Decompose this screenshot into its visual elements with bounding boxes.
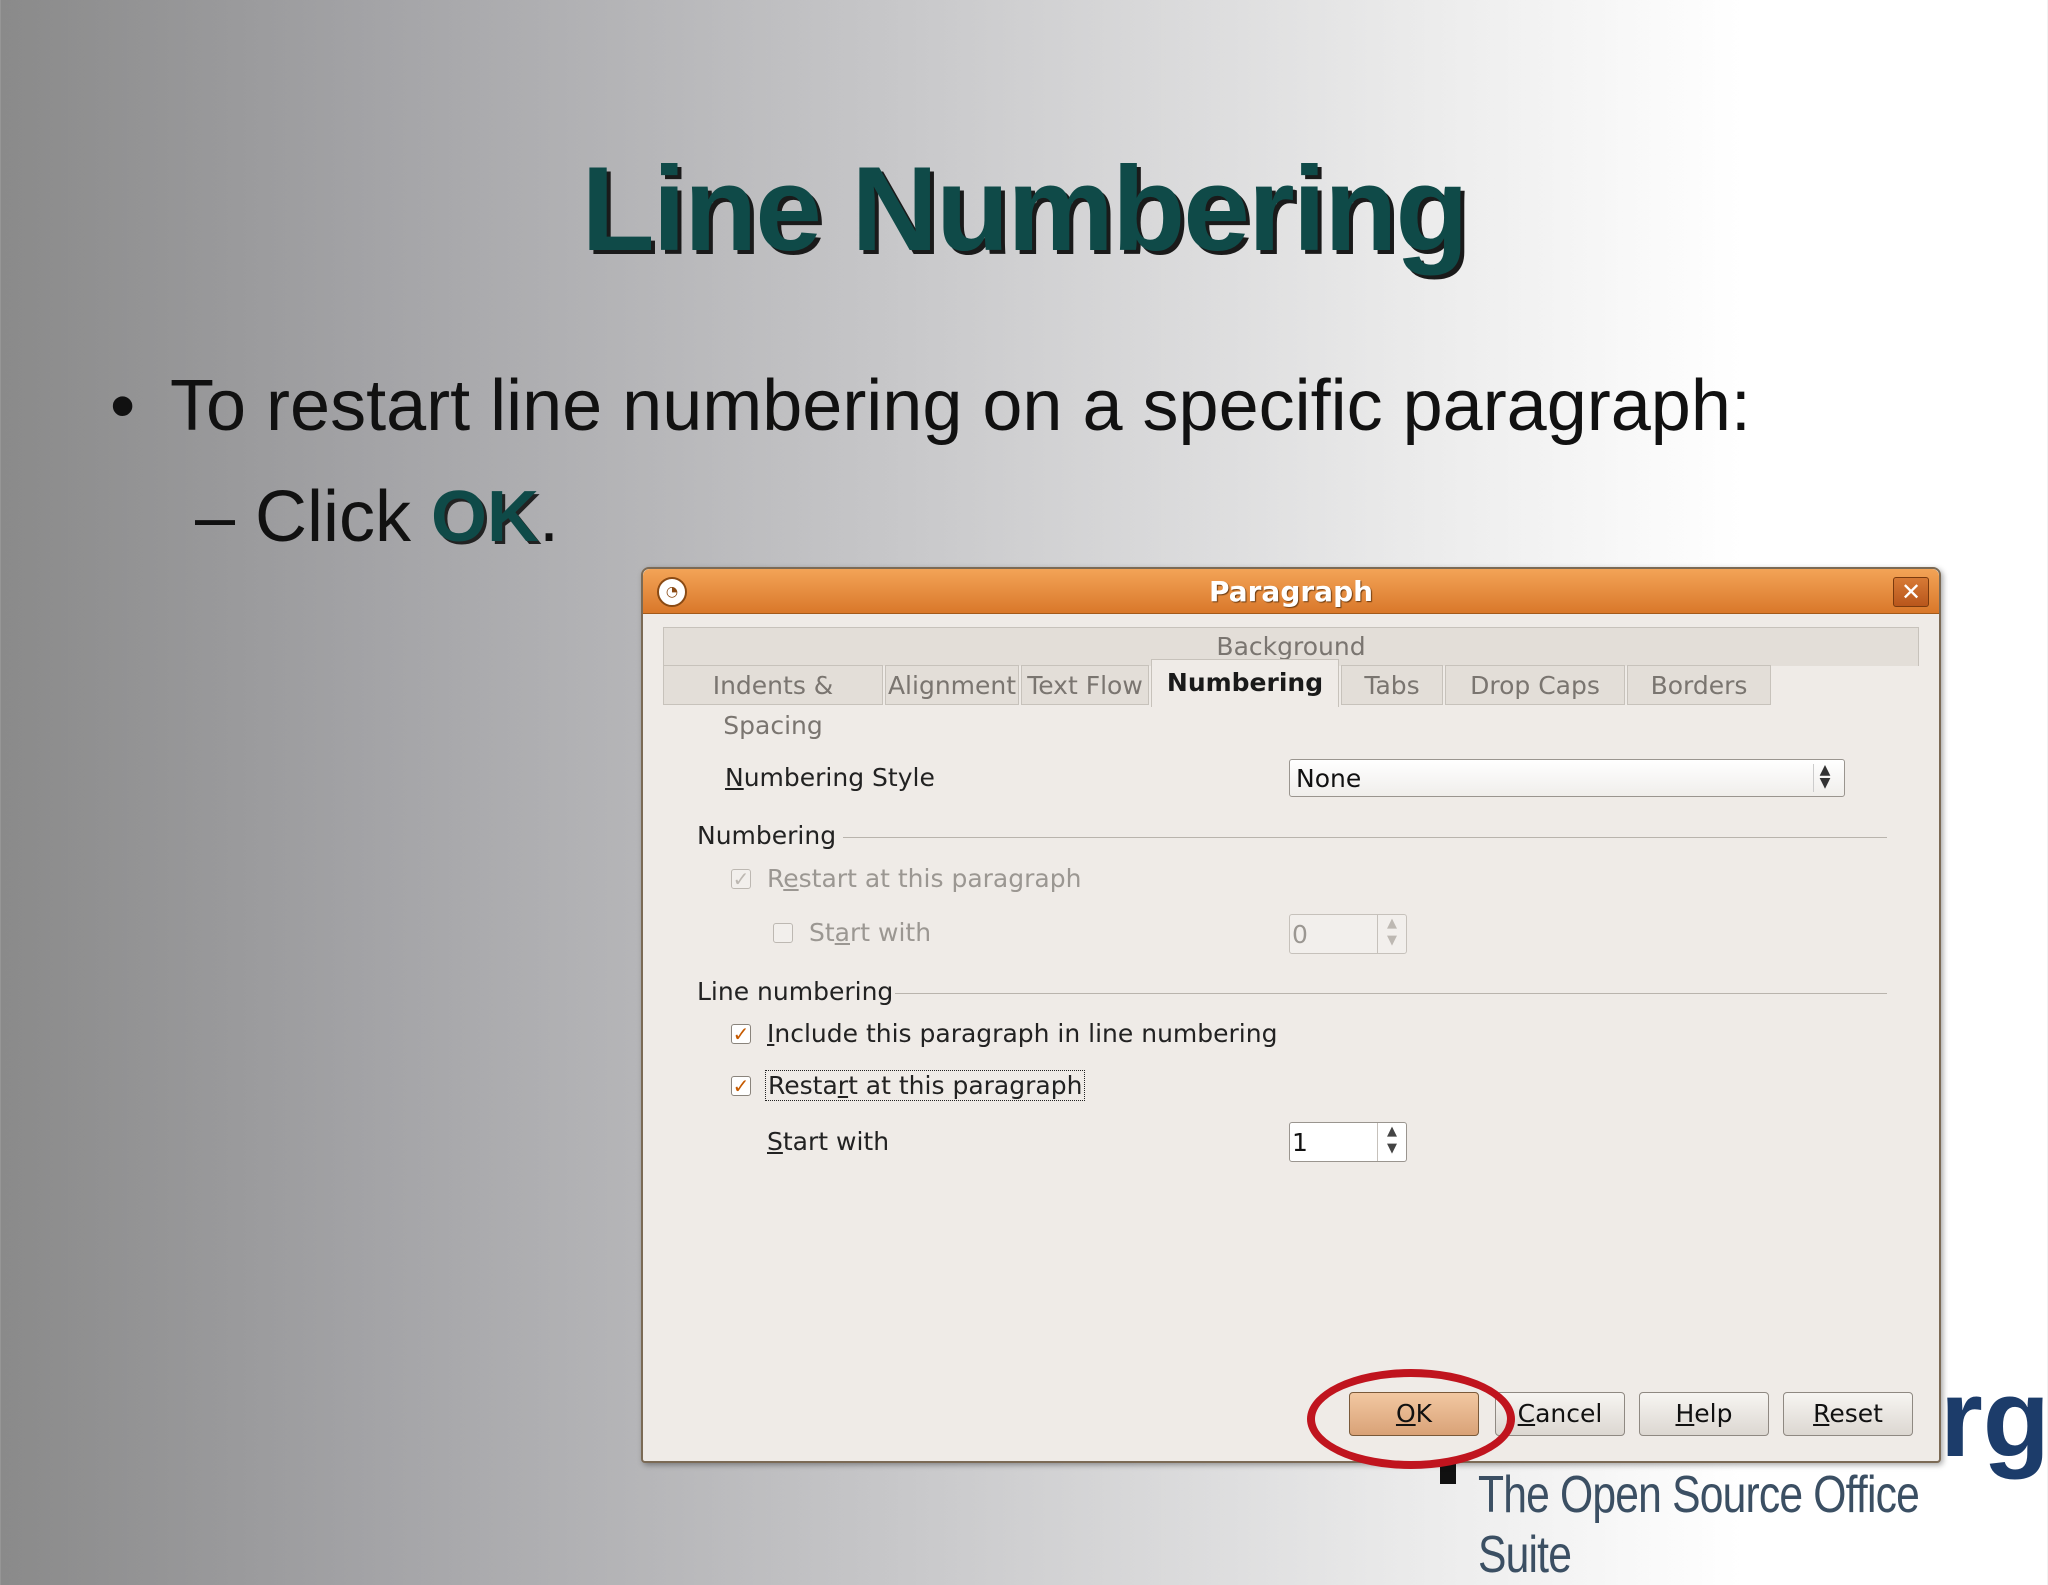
bullet-text: To restart line numbering on a specific … [170,366,1751,446]
sub-bullet-item: – Click OK. [195,476,559,558]
bullet-item: • To restart line numbering on a specific… [110,365,1751,447]
group-divider [895,993,1887,994]
numbering-start-with-checkbox[interactable] [773,923,793,943]
include-paragraph-checkbox[interactable]: ✓ [731,1024,751,1044]
paragraph-dialog: ◔ Paragraph ✕ Background Indents & Spaci… [641,567,1941,1463]
tab-indents-spacing[interactable]: Indents & Spacing [663,665,883,740]
line-start-with-value[interactable]: 1 [1292,1128,1308,1157]
line-numbering-group-heading: Line numbering [697,977,894,1006]
tab-borders[interactable]: Borders [1627,665,1771,705]
numbering-style-label: Numbering Style [725,763,935,792]
logo-tagline: The Open Source Office Suite [1478,1466,1920,1584]
dialog-title: Paragraph [1208,575,1374,608]
logo-fragment: rg [1940,1357,2048,1480]
select-arrows-icon: ▲ ▼ [1813,763,1836,792]
help-button[interactable]: Help [1639,1392,1769,1436]
tab-drop-caps[interactable]: Drop Caps [1445,665,1625,705]
spinner-arrows-icon[interactable]: ▲ ▼ [1377,1123,1406,1161]
include-paragraph-label: Include this paragraph in line numbering [767,1019,1278,1048]
numbering-start-with-spinner[interactable]: 0 ▲ ▼ [1289,914,1407,954]
line-start-with-spinner[interactable]: 1 ▲ ▼ [1289,1122,1407,1162]
numbering-group-heading: Numbering [697,821,837,850]
slide-title: Line Numbering [581,142,1468,276]
numbering-start-with-value: 0 [1292,920,1308,949]
tab-alignment[interactable]: Alignment [885,665,1019,705]
numbering-start-with-label: Start with [809,918,932,947]
sub-bullet-prefix: – Click [195,477,432,557]
numbering-restart-label: Restart at this paragraph [767,864,1082,893]
dialog-titlebar[interactable]: ◔ Paragraph ✕ [643,569,1939,614]
tab-row: Indents & Spacing Alignment Text Flow Nu… [663,659,1919,740]
highlight-ring [1307,1369,1515,1469]
tab-text-flow[interactable]: Text Flow [1021,665,1149,705]
spinner-arrows-icon[interactable]: ▲ ▼ [1377,915,1406,953]
tab-numbering[interactable]: Numbering [1151,659,1339,707]
numbering-style-select[interactable]: None ▲ ▼ [1289,759,1845,797]
sub-bullet-suffix: . [539,477,560,557]
close-icon[interactable]: ✕ [1893,577,1929,607]
reset-button[interactable]: Reset [1783,1392,1913,1436]
line-start-with-label: Start with [767,1127,890,1156]
line-restart-label: Restart at this paragraph [765,1070,1086,1101]
numbering-style-value: None [1296,764,1362,793]
bullet-marker: • [110,366,136,446]
tab-tabs[interactable]: Tabs [1341,665,1443,705]
numbering-restart-checkbox[interactable]: ✓ [731,869,751,889]
line-restart-checkbox[interactable]: ✓ [731,1076,751,1096]
sub-bullet-highlight: OK [431,477,540,557]
group-divider [843,837,1887,838]
